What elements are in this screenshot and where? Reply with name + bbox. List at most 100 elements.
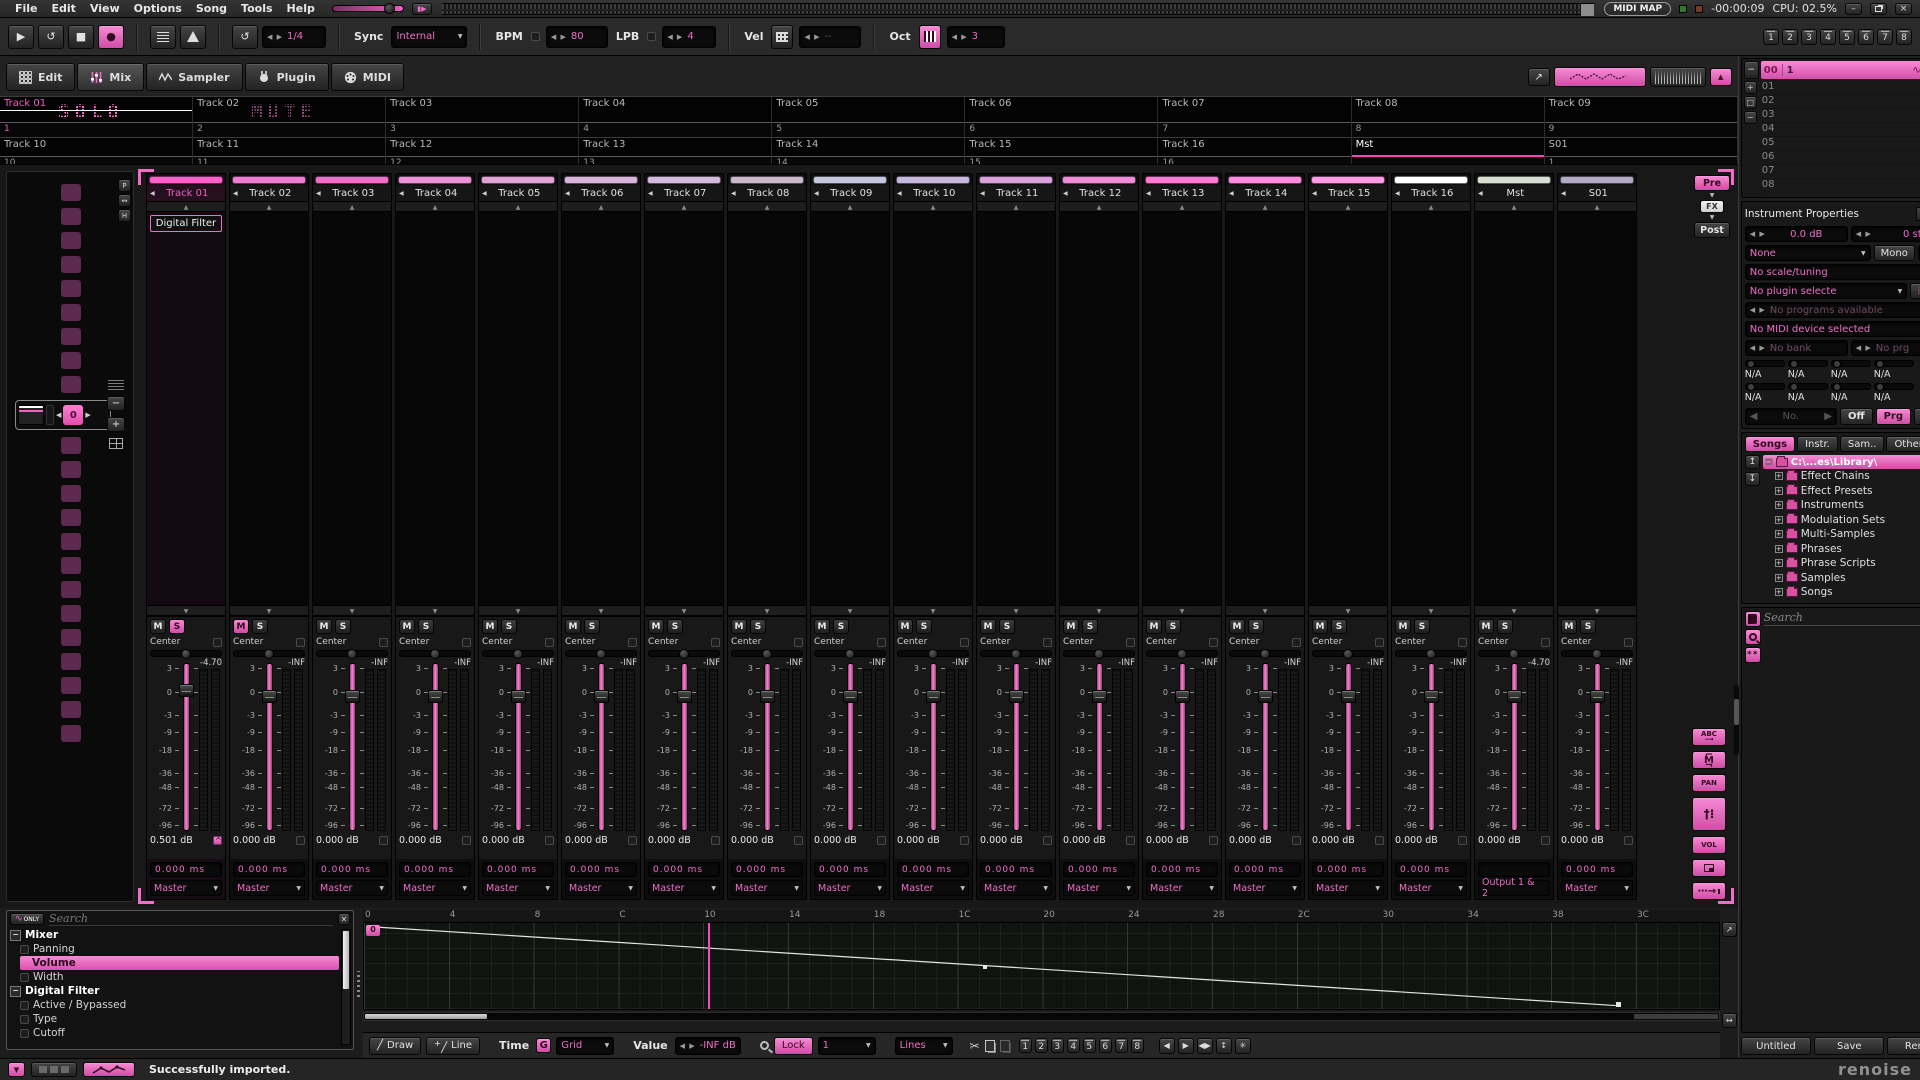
gui-preset-button[interactable]: 4 (1820, 29, 1836, 45)
collapse-arrow-icon[interactable]: ◀ (1558, 190, 1569, 197)
track-name[interactable]: Track 06 (573, 188, 632, 199)
mono-button[interactable]: Mono (1874, 245, 1915, 261)
track-header[interactable]: ◀ Track 06 (562, 185, 640, 201)
options-icon[interactable]: ✳ (1235, 1038, 1251, 1054)
properties-menu-icon[interactable] (1916, 207, 1920, 221)
track-delay-field[interactable]: 0.000 ms (316, 862, 388, 877)
minimize-button[interactable]: – (1845, 3, 1862, 15)
device-area[interactable] (230, 212, 308, 605)
automation-parameter-row[interactable]: Width (10, 970, 339, 984)
mute-button[interactable]: M (648, 619, 664, 634)
solo-button[interactable]: S (999, 619, 1015, 634)
solo-button[interactable]: S (169, 619, 185, 634)
pan-reset-checkbox[interactable] (1375, 638, 1384, 647)
macros-prg-button[interactable]: Prg (1876, 408, 1911, 425)
edit-step-icon[interactable] (150, 25, 176, 49)
volume-fader[interactable] (1096, 663, 1103, 831)
post-fold-row[interactable]: ▼ (1226, 605, 1304, 616)
post-fold-row[interactable]: ▼ (313, 605, 391, 616)
peak-level[interactable]: -INF (620, 658, 637, 668)
track-name[interactable]: Track 02 (241, 188, 300, 199)
macro-slider[interactable]: N/A (1874, 383, 1914, 403)
scope-track-name[interactable]: Mst (1356, 139, 1374, 150)
collapse-arrow-icon[interactable]: ◀ (147, 190, 158, 197)
mute-button[interactable]: M (1561, 619, 1577, 634)
track-name[interactable]: Track 08 (739, 188, 798, 199)
pattern-slot[interactable] (61, 605, 81, 622)
tab-sampler[interactable]: Sampler (146, 63, 242, 91)
pan-value[interactable]: Center (814, 637, 844, 647)
track-header[interactable]: ◀ Track 01 (147, 185, 225, 201)
pan-slider[interactable] (233, 650, 305, 657)
volume-db-value[interactable]: 0.000 dB (316, 835, 359, 846)
pre-fold-row[interactable]: ▲ (894, 201, 972, 212)
track-color-bar[interactable] (1145, 176, 1219, 184)
pre-fold-row[interactable]: ▲ (1392, 201, 1470, 212)
plugin-dropdown[interactable]: No plugin selecte▼ (1745, 283, 1907, 299)
track-name[interactable]: Track 14 (1237, 188, 1296, 199)
next-envelope-icon[interactable]: ▶ (1178, 1038, 1194, 1054)
tab-mix[interactable]: Mix (77, 63, 144, 91)
fader-handle[interactable] (843, 690, 858, 703)
pre-fold-row[interactable]: ▲ (1309, 201, 1387, 212)
automation-parameter-row[interactable]: Active / Bypassed (10, 998, 339, 1012)
post-fold-row[interactable]: ▼ (894, 605, 972, 616)
peak-level[interactable]: -INF (537, 658, 554, 668)
tree-folder-item[interactable]: + Modulation Sets (1763, 513, 1920, 528)
track-name[interactable]: S01 (1569, 188, 1628, 199)
track-delay-field[interactable]: 0.000 ms (731, 862, 803, 877)
pre-fold-row[interactable]: ▲ (977, 201, 1055, 212)
post-fold-row[interactable]: ▼ (977, 605, 1055, 616)
volume-fader[interactable] (681, 663, 688, 831)
pan-value[interactable]: Center (1146, 637, 1176, 647)
post-fold-row[interactable]: ▼ (1060, 605, 1138, 616)
envelope-point[interactable] (983, 965, 987, 969)
pattern-slot[interactable] (61, 533, 81, 550)
envelope-preset-button[interactable]: 3 (1051, 1038, 1064, 1053)
pan-value[interactable]: Center (1229, 637, 1259, 647)
post-fold-row[interactable]: ▼ (645, 605, 723, 616)
track-color-bar[interactable] (647, 176, 721, 184)
device-area[interactable] (977, 212, 1055, 605)
volume-fader[interactable] (847, 663, 854, 831)
clear-search-icon[interactable]: ✕ (338, 913, 350, 925)
post-fold-row[interactable]: ▼ (811, 605, 889, 616)
pan-value[interactable]: Center (980, 637, 1010, 647)
routing-dropdown[interactable]: Master ▼ (897, 880, 969, 896)
track-color-bar[interactable] (1062, 176, 1136, 184)
fader-handle[interactable] (511, 690, 526, 703)
pan-handle[interactable] (1260, 649, 1270, 659)
fader-handle[interactable] (677, 690, 692, 703)
volume-db-value[interactable]: 0.000 dB (814, 835, 857, 846)
pan-slider[interactable] (1395, 650, 1467, 657)
next-pattern-icon[interactable]: ▶ (85, 411, 90, 419)
pre-fold-row[interactable]: ▲ (562, 201, 640, 212)
volume-db-value[interactable]: 0.000 dB (1229, 835, 1272, 846)
envelope-preset-button[interactable]: 2 (1035, 1038, 1048, 1053)
pattern-slot[interactable] (61, 485, 81, 502)
pre-fold-row[interactable]: ▲ (1143, 201, 1221, 212)
automation-parameter-row[interactable]: Digital Filter (10, 984, 339, 998)
volume-reset-button[interactable] (628, 836, 637, 845)
pattern-slot[interactable] (61, 461, 81, 478)
velocity-field[interactable]: ◀ ▶-- (799, 26, 861, 48)
automation-toggle[interactable] (83, 1062, 135, 1077)
pan-slider[interactable] (1146, 650, 1218, 657)
instrument-slot-selected[interactable]: 00 1 ∿ (1761, 61, 1920, 79)
volume-reset-button[interactable] (877, 836, 886, 845)
step-length-field[interactable]: ◀ ▶1/4 (262, 26, 326, 48)
pre-fold-row[interactable]: ▲ (230, 201, 308, 212)
pattern-matrix-icon[interactable] (109, 438, 123, 449)
track-header[interactable]: ◀ Track 10 (894, 185, 972, 201)
pan-slider[interactable] (1229, 650, 1301, 657)
track-delay-field[interactable]: 0.000 ms (233, 862, 305, 877)
solo-button[interactable]: S (833, 619, 849, 634)
track-scope-cell[interactable]: Track 03 3 (386, 97, 579, 138)
shrink-list-button[interactable]: − (1744, 61, 1759, 79)
fader-handle[interactable] (179, 684, 194, 697)
bpm-checkbox[interactable] (531, 32, 540, 41)
routing-dropdown[interactable]: Output 1 & 2 ▼ (1478, 880, 1550, 896)
solo-button[interactable]: S (1414, 619, 1430, 634)
gui-preset-button[interactable]: 7 (1877, 29, 1893, 45)
expand-icon[interactable]: + (1775, 559, 1783, 567)
